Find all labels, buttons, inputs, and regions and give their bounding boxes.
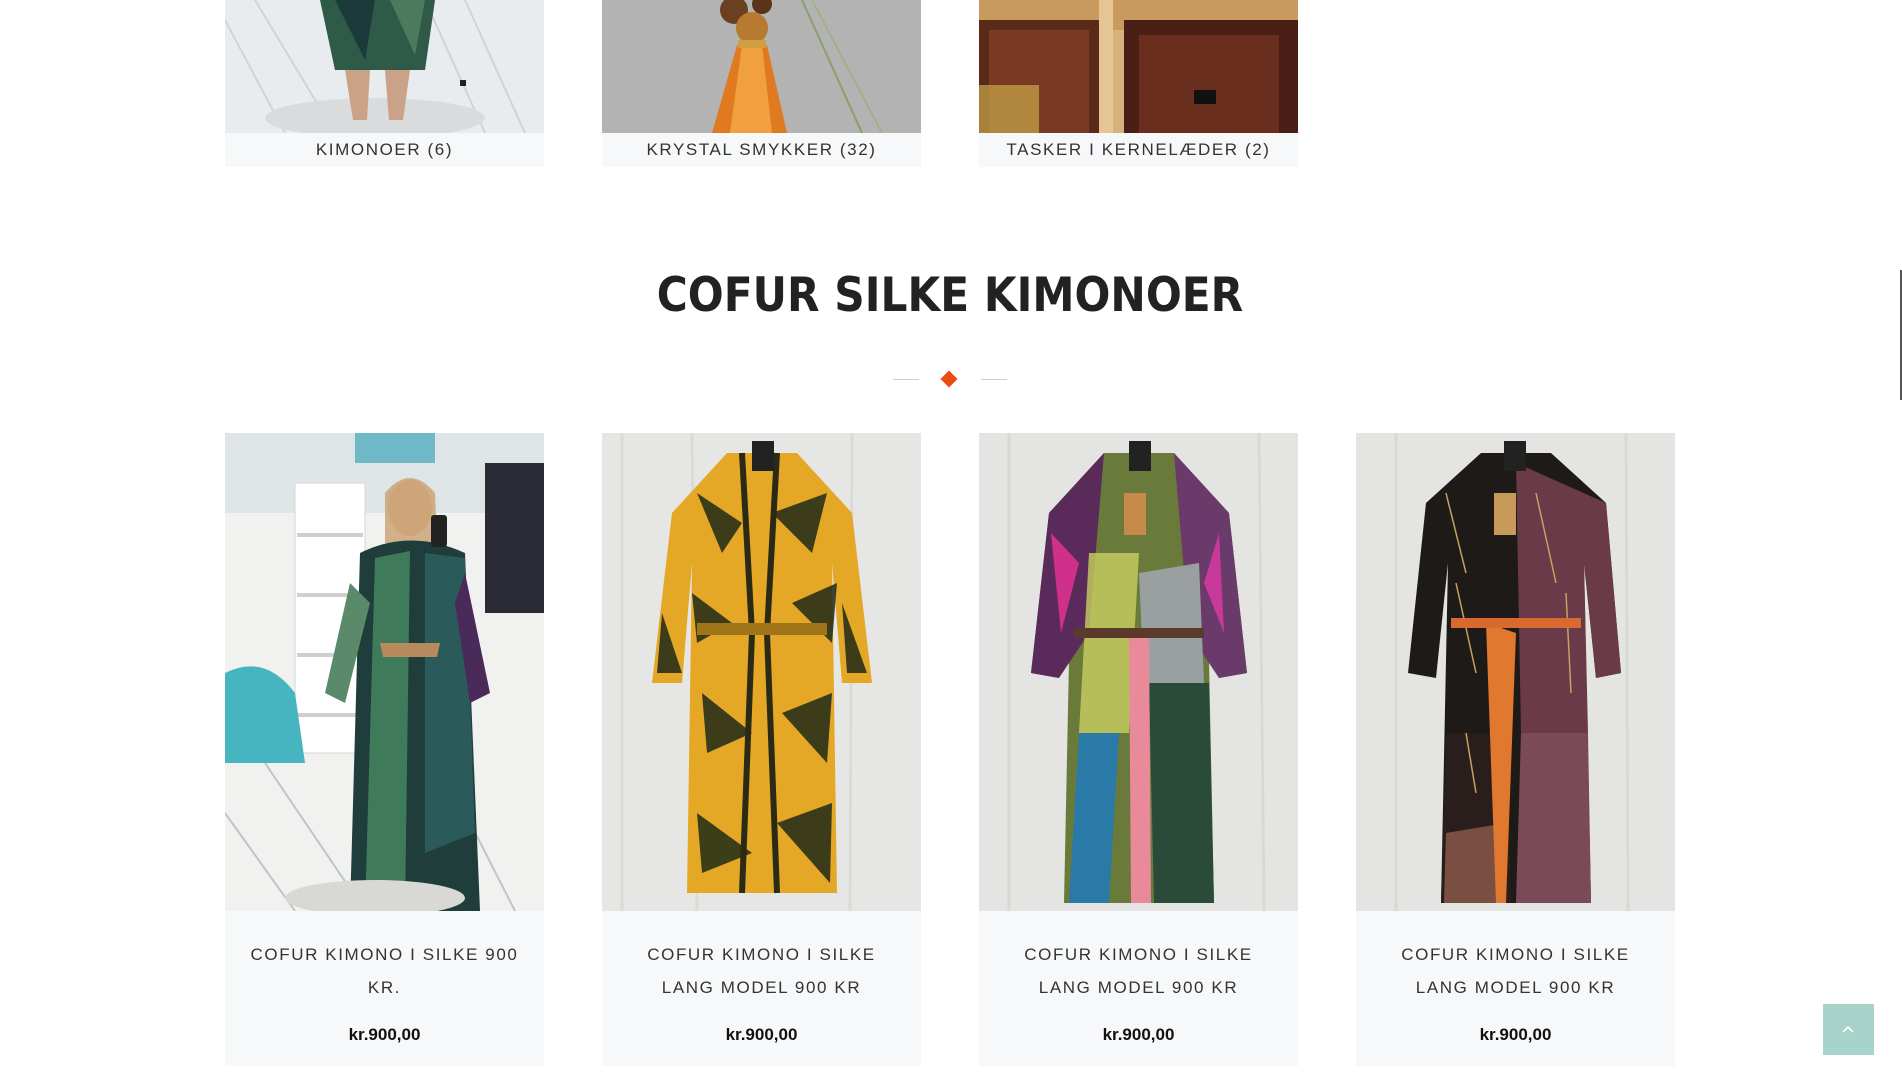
- category-card-tasker[interactable]: TASKER I KERNELÆDER (2): [979, 0, 1298, 167]
- product-card[interactable]: COFUR KIMONO I SILKE 900 KR. kr.900,00: [225, 433, 544, 1066]
- product-name[interactable]: COFUR KIMONO I SILKE LANG MODEL 900 KR: [622, 938, 901, 1004]
- product-price: kr.900,00: [725, 1025, 798, 1044]
- page: KIMONOER (6) KRYSTAL SMYKKER (32) TASKER…: [0, 0, 1902, 1080]
- product-image[interactable]: [979, 433, 1298, 911]
- product-image[interactable]: [1356, 433, 1675, 911]
- section-title: COFUR SILKE KIMONOER: [656, 268, 1244, 323]
- product-name[interactable]: COFUR KIMONO I SILKE 900 KR.: [245, 938, 524, 1004]
- category-label[interactable]: TASKER I KERNELÆDER (2): [979, 140, 1298, 160]
- product-image[interactable]: [602, 433, 921, 911]
- product-card[interactable]: COFUR KIMONO I SILKE LANG MODEL 900 KR k…: [979, 433, 1298, 1066]
- product-image[interactable]: [225, 433, 544, 911]
- category-card-krystal-smykker[interactable]: KRYSTAL SMYKKER (32): [602, 0, 921, 167]
- category-card-kimonoer[interactable]: KIMONOER (6): [225, 0, 544, 167]
- category-image-kimonoer[interactable]: [225, 0, 544, 133]
- product-card[interactable]: COFUR KIMONO I SILKE LANG MODEL 900 KR k…: [1356, 433, 1675, 1066]
- divider-line-right: [981, 379, 1007, 380]
- back-to-top-button[interactable]: [1823, 1004, 1874, 1055]
- divider-line-left: [893, 379, 919, 380]
- product-price: kr.900,00: [1102, 1025, 1175, 1044]
- product-name[interactable]: COFUR KIMONO I SILKE LANG MODEL 900 KR: [999, 938, 1278, 1004]
- category-image-tasker[interactable]: [979, 0, 1298, 133]
- category-label[interactable]: KIMONOER (6): [225, 140, 544, 160]
- product-price: kr.900,00: [1479, 1025, 1552, 1044]
- diamond-icon: [940, 370, 958, 388]
- product-price: kr.900,00: [348, 1025, 421, 1044]
- category-label[interactable]: KRYSTAL SMYKKER (32): [602, 140, 921, 160]
- category-image-krystal-smykker[interactable]: [602, 0, 921, 133]
- chevron-up-icon: [1842, 1025, 1854, 1033]
- product-card[interactable]: COFUR KIMONO I SILKE LANG MODEL 900 KR k…: [602, 433, 921, 1066]
- product-name[interactable]: COFUR KIMONO I SILKE LANG MODEL 900 KR: [1376, 938, 1655, 1004]
